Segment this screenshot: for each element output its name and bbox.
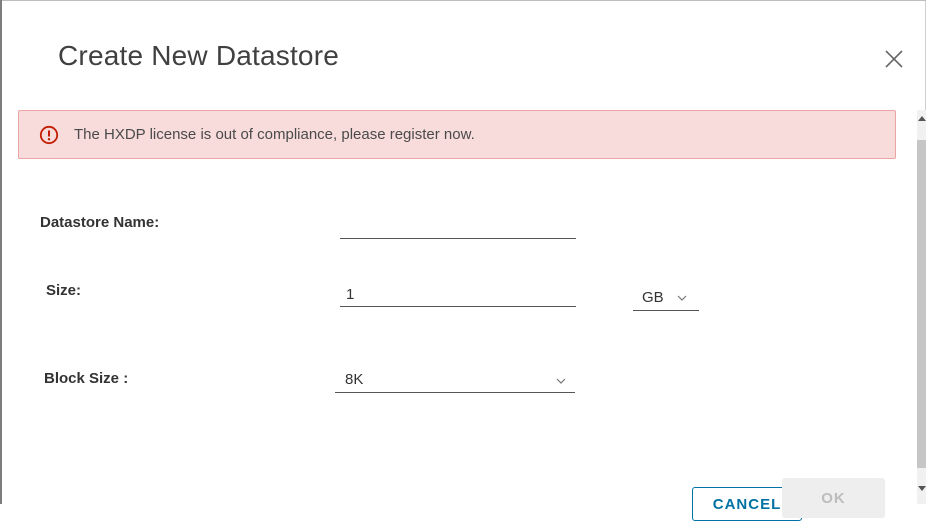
block-size-select[interactable]: 8K [335,366,575,394]
dialog-scrollbar[interactable] [914,110,926,504]
dialog-title: Create New Datastore [58,40,340,71]
alert-message: The HXDP license is out of compliance, p… [74,126,475,143]
top-divider [2,0,926,1]
alert-circle-icon [39,125,59,145]
scroll-up-arrow-icon[interactable] [918,116,926,121]
size-label: Size: [46,282,82,299]
chevron-down-icon [556,378,566,384]
size-underline [340,306,576,307]
scrollbar-thumb[interactable] [917,140,926,468]
chevron-down-icon [677,295,687,301]
datastore-name-input[interactable] [342,216,574,236]
datastore-name-underline [340,238,576,239]
size-unit-underline [633,310,699,311]
scroll-down-arrow-icon[interactable] [918,486,926,491]
datastore-name-label: Datastore Name: [40,214,160,231]
block-size-underline [335,392,575,393]
ok-button[interactable]: OK [782,478,885,518]
block-size-value: 8K [345,371,364,388]
size-unit-value: GB [642,289,664,306]
close-icon[interactable] [880,45,908,73]
block-size-label: Block Size : [44,370,129,387]
create-datastore-dialog: Create New Datastore The HXDP license is… [0,0,926,521]
size-unit-select[interactable]: GB [633,286,699,312]
size-input[interactable] [346,284,574,304]
license-alert-banner: The HXDP license is out of compliance, p… [18,110,896,159]
